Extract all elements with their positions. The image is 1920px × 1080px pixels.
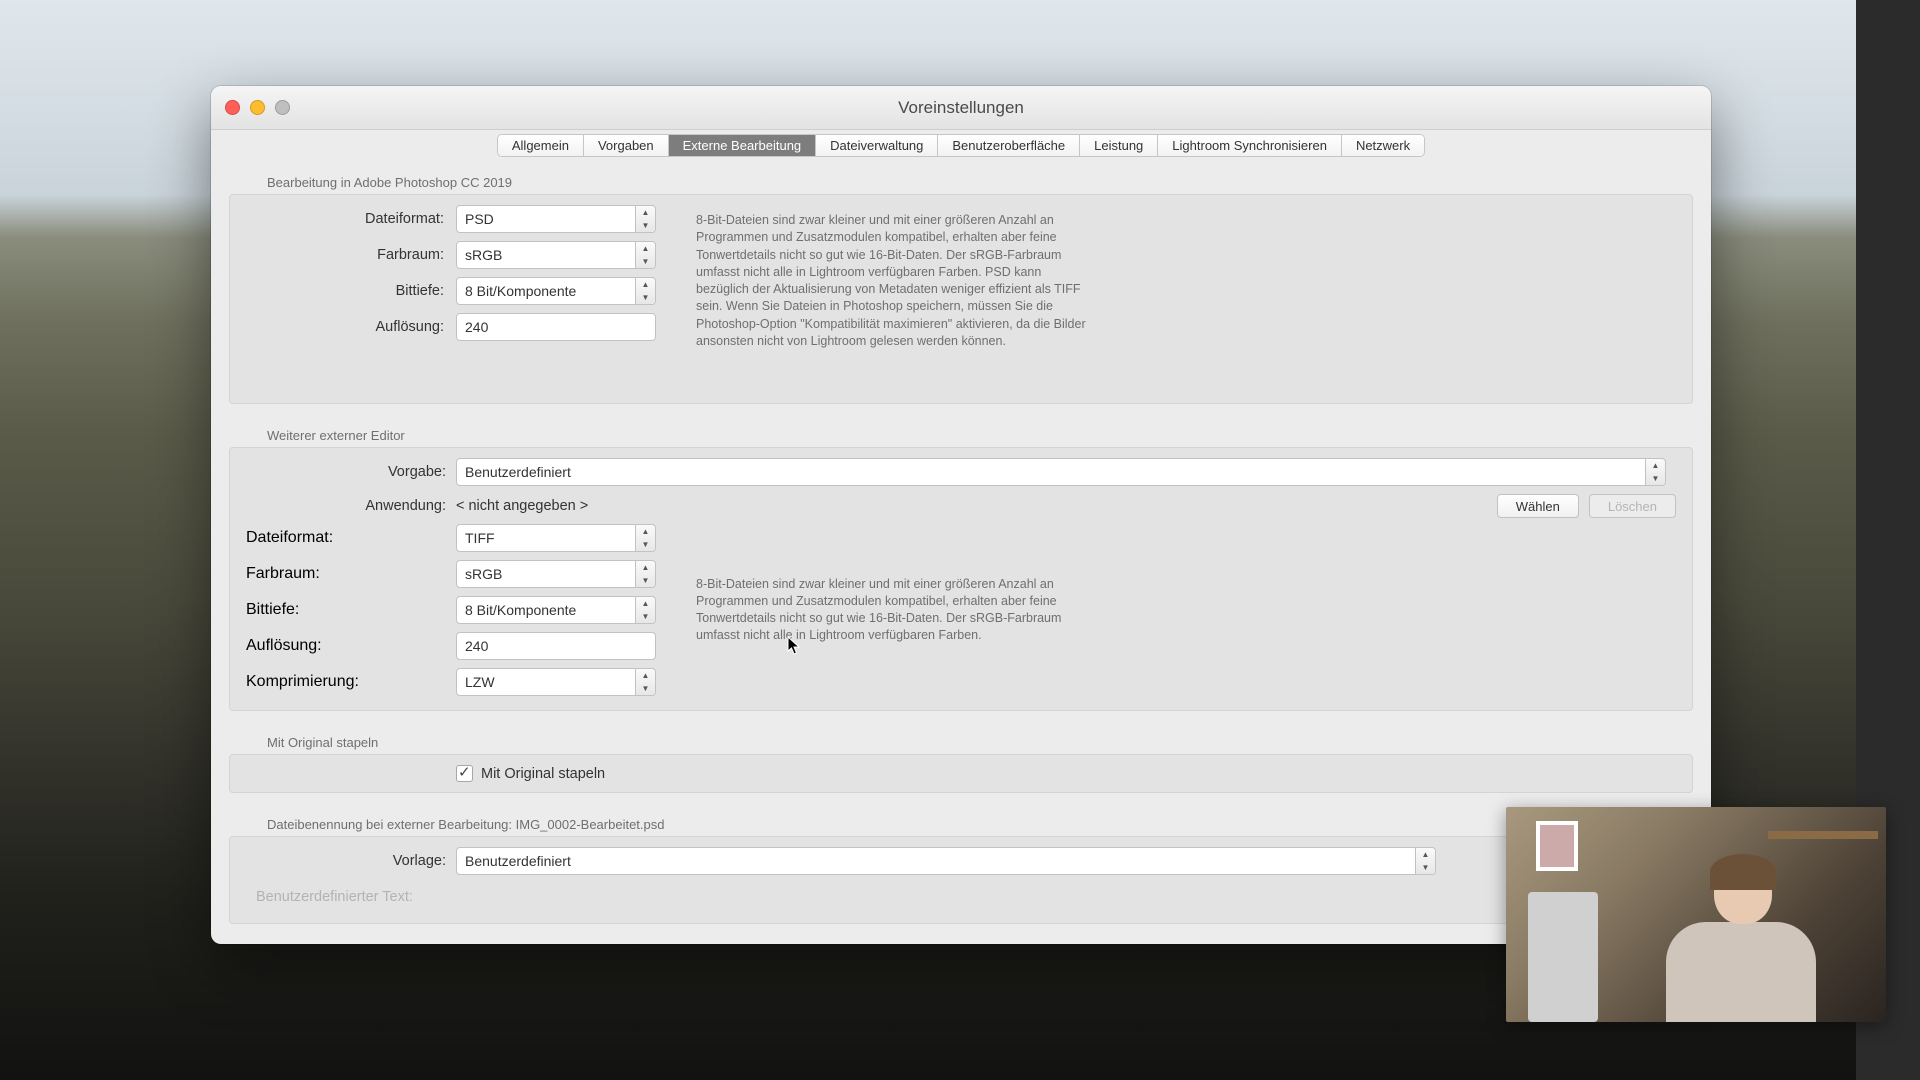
- ext-color-space-select[interactable]: sRGB ▲▼: [456, 560, 656, 588]
- webcam-frame-decor: [1536, 821, 1578, 871]
- ps-resolution-value: 240: [465, 319, 488, 335]
- tab-segmented-control: Allgemein Vorgaben Externe Bearbeitung D…: [497, 134, 1425, 157]
- ps-bit-depth-label: Bittiefe:: [246, 283, 446, 299]
- ps-color-space-select[interactable]: sRGB ▲▼: [456, 241, 656, 269]
- tab-vorgaben[interactable]: Vorgaben: [584, 135, 669, 156]
- titlebar: Voreinstellungen: [211, 86, 1711, 130]
- tab-benutzeroberflaeche[interactable]: Benutzeroberfläche: [938, 135, 1080, 156]
- ps-file-format-label: Dateiformat:: [246, 211, 446, 227]
- stack-panel: Mit Original stapeln: [229, 754, 1693, 793]
- ext-file-format-value: TIFF: [465, 530, 495, 546]
- dropdown-stepper-icon: ▲▼: [635, 561, 655, 587]
- dropdown-stepper-icon: ▲▼: [1645, 459, 1665, 485]
- ext-info-text: 8-Bit-Dateien sind zwar kleiner und mit …: [666, 576, 1086, 645]
- ext-section-label: Weiterer externer Editor: [229, 418, 1693, 447]
- dropdown-stepper-icon: ▲▼: [635, 242, 655, 268]
- ext-preset-select[interactable]: Benutzerdefiniert ▲▼: [456, 458, 1666, 486]
- tab-leistung[interactable]: Leistung: [1080, 135, 1158, 156]
- content-area: Bearbeitung in Adobe Photoshop CC 2019 D…: [211, 165, 1711, 944]
- ext-preset-label: Vorgabe:: [246, 464, 446, 480]
- ext-bit-depth-value: 8 Bit/Komponente: [465, 602, 576, 618]
- ps-panel: Dateiformat: PSD ▲▼ 8-Bit-Dateien sind z…: [229, 194, 1693, 404]
- ps-resolution-input[interactable]: 240: [456, 313, 656, 341]
- naming-panel: Vorlage: Benutzerdefiniert ▲▼ Benutzerde…: [229, 836, 1693, 924]
- ps-color-space-label: Farbraum:: [246, 247, 446, 263]
- ps-bit-depth-value: 8 Bit/Komponente: [465, 283, 576, 299]
- preferences-window: Voreinstellungen Allgemein Vorgaben Exte…: [211, 86, 1711, 944]
- ext-resolution-label: Auflösung:: [246, 637, 446, 655]
- ext-panel: Vorgabe: Benutzerdefiniert ▲▼ Anwendung:…: [229, 447, 1693, 711]
- tab-externe-bearbeitung[interactable]: Externe Bearbeitung: [669, 135, 817, 156]
- webcam-monitor-decor: [1528, 892, 1598, 1022]
- tab-bar: Allgemein Vorgaben Externe Bearbeitung D…: [211, 130, 1711, 165]
- naming-section-label: Dateibenennung bei externer Bearbeitung:…: [229, 807, 1693, 836]
- ext-bit-depth-select[interactable]: 8 Bit/Komponente ▲▼: [456, 596, 656, 624]
- ps-file-format-value: PSD: [465, 211, 494, 227]
- ps-color-space-value: sRGB: [465, 247, 502, 263]
- ext-choose-button[interactable]: Wählen: [1497, 494, 1579, 518]
- dropdown-stepper-icon: ▲▼: [635, 597, 655, 623]
- tab-netzwerk[interactable]: Netzwerk: [1342, 135, 1424, 156]
- mouse-cursor-icon: [787, 636, 801, 656]
- ps-resolution-label: Auflösung:: [246, 319, 446, 335]
- webcam-person: [1666, 852, 1816, 1022]
- ext-compression-label: Komprimierung:: [246, 673, 446, 691]
- ext-resolution-input[interactable]: 240: [456, 632, 656, 660]
- dropdown-stepper-icon: ▲▼: [635, 669, 655, 695]
- ext-resolution-value: 240: [465, 638, 488, 654]
- custom-text-label: Benutzerdefinierter Text:: [256, 889, 413, 905]
- tab-dateiverwaltung[interactable]: Dateiverwaltung: [816, 135, 938, 156]
- ext-app-label: Anwendung:: [246, 498, 446, 514]
- ext-color-space-label: Farbraum:: [246, 565, 446, 583]
- window-title: Voreinstellungen: [211, 86, 1711, 129]
- naming-template-value: Benutzerdefiniert: [465, 853, 571, 869]
- dropdown-stepper-icon: ▲▼: [635, 525, 655, 551]
- dropdown-stepper-icon: ▲▼: [635, 278, 655, 304]
- ext-file-format-label: Dateiformat:: [246, 529, 446, 547]
- tab-allgemein[interactable]: Allgemein: [498, 135, 584, 156]
- ps-info-text: 8-Bit-Dateien sind zwar kleiner und mit …: [666, 212, 1086, 350]
- naming-template-select[interactable]: Benutzerdefiniert ▲▼: [456, 847, 1436, 875]
- ext-bit-depth-label: Bittiefe:: [246, 601, 446, 619]
- webcam-shelf-decor: [1768, 831, 1878, 839]
- ext-file-format-select[interactable]: TIFF ▲▼: [456, 524, 656, 552]
- stack-checkbox[interactable]: [456, 765, 473, 782]
- tab-lightroom-sync[interactable]: Lightroom Synchronisieren: [1158, 135, 1342, 156]
- ps-section-label: Bearbeitung in Adobe Photoshop CC 2019: [229, 165, 1693, 194]
- stack-section-label: Mit Original stapeln: [229, 725, 1693, 754]
- ps-file-format-select[interactable]: PSD ▲▼: [456, 205, 656, 233]
- ext-clear-button: Löschen: [1589, 494, 1676, 518]
- ext-color-space-value: sRGB: [465, 566, 502, 582]
- ps-bit-depth-select[interactable]: 8 Bit/Komponente ▲▼: [456, 277, 656, 305]
- naming-template-label: Vorlage:: [246, 853, 446, 869]
- stack-checkbox-label: Mit Original stapeln: [481, 766, 605, 782]
- ext-app-value: < nicht angegeben >: [456, 498, 1487, 514]
- ext-compression-select[interactable]: LZW ▲▼: [456, 668, 656, 696]
- dropdown-stepper-icon: ▲▼: [1415, 848, 1435, 874]
- dropdown-stepper-icon: ▲▼: [635, 206, 655, 232]
- ext-compression-value: LZW: [465, 674, 495, 690]
- webcam-overlay: [1506, 807, 1886, 1022]
- ext-preset-value: Benutzerdefiniert: [465, 464, 571, 480]
